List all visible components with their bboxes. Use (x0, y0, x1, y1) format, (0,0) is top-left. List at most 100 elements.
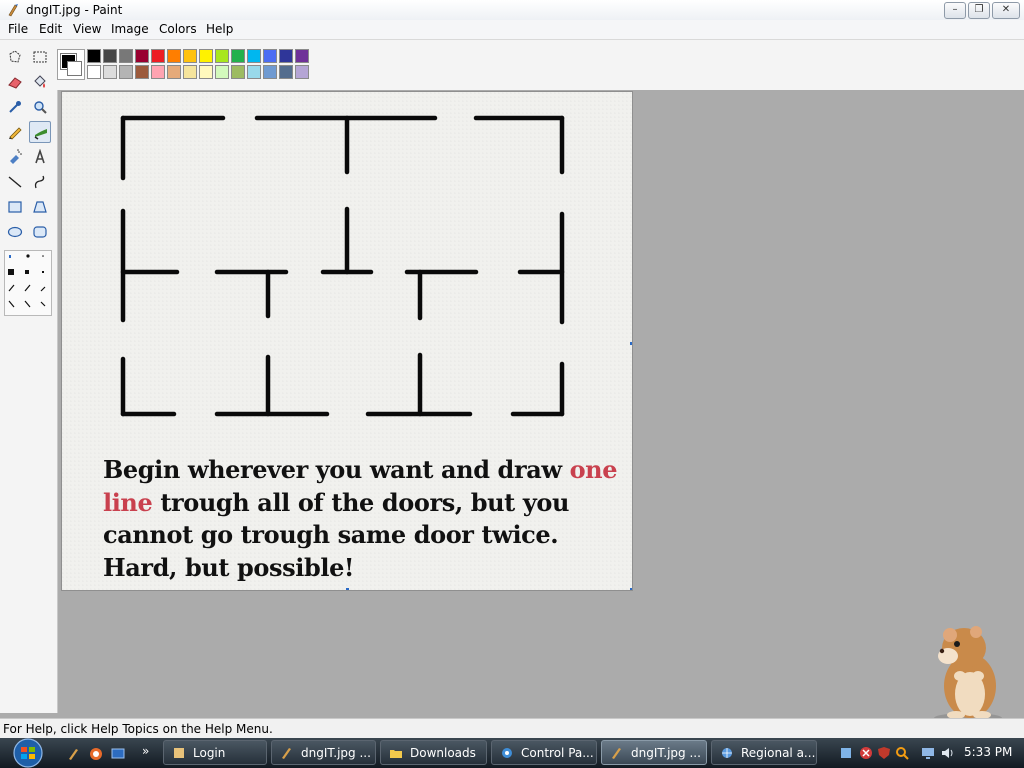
pencil-tool[interactable] (4, 121, 26, 143)
quick-launch-desktop-icon[interactable] (110, 746, 126, 762)
palette-swatch[interactable] (263, 65, 277, 79)
paint-icon (282, 748, 291, 759)
maximize-button[interactable]: ❐ (968, 2, 990, 19)
control-panel-icon (502, 748, 512, 758)
palette-swatch[interactable] (167, 65, 181, 79)
pick-color-tool[interactable] (4, 96, 26, 118)
palette-swatch[interactable] (151, 49, 165, 63)
title-bar: dngIT.jpg - Paint – ❐ ✕ (0, 0, 1024, 21)
tray-blocked-icon[interactable] (858, 745, 874, 761)
menu-edit[interactable]: Edit (37, 22, 64, 36)
palette-swatch[interactable] (87, 65, 101, 79)
rectangle-tool[interactable] (4, 196, 26, 218)
menu-image[interactable]: Image (109, 22, 151, 36)
magnifier-tool[interactable] (29, 96, 51, 118)
quick-launch-browser-icon[interactable] (88, 746, 104, 762)
rounded-rectangle-tool[interactable] (29, 221, 51, 243)
quick-launch-more-icon[interactable]: » (142, 744, 149, 758)
fill-bucket-tool[interactable] (29, 71, 51, 93)
palette-swatch[interactable] (279, 49, 293, 63)
palette-swatch[interactable] (279, 65, 293, 79)
folder-icon (390, 750, 402, 758)
taskbar-item-login[interactable]: Login (163, 740, 267, 765)
palette-swatch[interactable] (87, 49, 101, 63)
clock[interactable]: 5:33 PM (964, 745, 1012, 759)
background-color (67, 61, 82, 76)
rectangle-icon (8, 201, 22, 213)
color-palette (57, 40, 1024, 90)
brush-icon (34, 129, 47, 140)
tray-volume-icon[interactable] (940, 745, 956, 761)
palette-swatch[interactable] (231, 49, 245, 63)
taskbar: » Login dngIT.jpg ... Downloads Control … (0, 738, 1024, 768)
palette-swatch[interactable] (183, 65, 197, 79)
palette-swatch[interactable] (183, 49, 197, 63)
select-icon (33, 51, 47, 63)
airbrush-tool[interactable] (4, 146, 26, 168)
brush-tool[interactable] (29, 121, 51, 143)
eraser-tool[interactable] (4, 71, 26, 93)
login-window-icon (174, 748, 184, 758)
palette-swatch[interactable] (103, 49, 117, 63)
palette-swatch[interactable] (295, 65, 309, 79)
hamster-mascot[interactable] (920, 618, 1010, 723)
rounded-rectangle-icon (33, 226, 47, 238)
instruction-line1: Begin wherever you want and draw (103, 455, 570, 484)
quick-launch-paint-icon[interactable] (66, 746, 82, 762)
text-tool[interactable] (29, 146, 51, 168)
palette-swatch[interactable] (103, 65, 117, 79)
instruction-line3: cannot go trough same door twice. (103, 520, 559, 549)
text-icon (35, 149, 45, 164)
line-tool[interactable] (4, 171, 26, 193)
menu-file[interactable]: File (6, 22, 30, 36)
taskbar-item-regional[interactable]: Regional a... (711, 740, 817, 765)
regional-settings-icon (722, 748, 732, 758)
tray-shield-icon[interactable] (876, 745, 892, 761)
menu-colors[interactable]: Colors (157, 22, 199, 36)
palette-swatch[interactable] (247, 65, 261, 79)
palette-swatch[interactable] (295, 49, 309, 63)
status-bar: For Help, click Help Topics on the Help … (0, 718, 1024, 739)
airbrush-icon (10, 149, 22, 164)
status-text: For Help, click Help Topics on the Help … (3, 722, 273, 736)
palette-swatch[interactable] (199, 65, 213, 79)
pick-color-icon (9, 101, 21, 113)
palette-swatch[interactable] (215, 65, 229, 79)
tray-search-icon[interactable] (894, 745, 910, 761)
instruction-highlight-line: line (103, 487, 153, 517)
ellipse-tool[interactable] (4, 221, 26, 243)
paint-app-icon (8, 4, 18, 17)
fill-bucket-icon (34, 75, 46, 88)
brush-shape-options-icon (8, 254, 46, 308)
minimize-button[interactable]: – (944, 2, 966, 19)
taskbar-item-dngit-1[interactable]: dngIT.jpg ... (271, 740, 376, 765)
palette-swatch[interactable] (135, 65, 149, 79)
palette-swatch[interactable] (151, 65, 165, 79)
taskbar-item-control-panel[interactable]: Control Pa... (491, 740, 597, 765)
start-button[interactable] (6, 738, 52, 768)
free-form-select-tool[interactable] (4, 46, 26, 68)
drawing-canvas[interactable]: Begin wherever you want and draw one lin… (62, 92, 632, 590)
menu-view[interactable]: View (71, 22, 103, 36)
palette-swatch[interactable] (135, 49, 149, 63)
select-tool[interactable] (29, 46, 51, 68)
menu-help[interactable]: Help (204, 22, 235, 36)
polygon-tool[interactable] (29, 196, 51, 218)
tray-monitor-icon[interactable] (920, 745, 936, 761)
current-colors[interactable] (57, 49, 85, 80)
taskbar-item-dngit-2[interactable]: dngIT.jpg ... (601, 740, 707, 765)
palette-swatch[interactable] (231, 65, 245, 79)
palette-swatch[interactable] (119, 65, 133, 79)
palette-swatch[interactable] (199, 49, 213, 63)
palette-swatch[interactable] (215, 49, 229, 63)
palette-swatch[interactable] (167, 49, 181, 63)
palette-swatch[interactable] (247, 49, 261, 63)
close-button[interactable]: ✕ (992, 2, 1020, 19)
tray-network-icon[interactable] (838, 745, 854, 761)
curve-icon (34, 175, 45, 189)
taskbar-item-downloads[interactable]: Downloads (380, 740, 487, 765)
palette-swatch[interactable] (119, 49, 133, 63)
palette-swatch[interactable] (263, 49, 277, 63)
curve-tool[interactable] (29, 171, 51, 193)
tool-options-panel[interactable] (4, 250, 52, 316)
